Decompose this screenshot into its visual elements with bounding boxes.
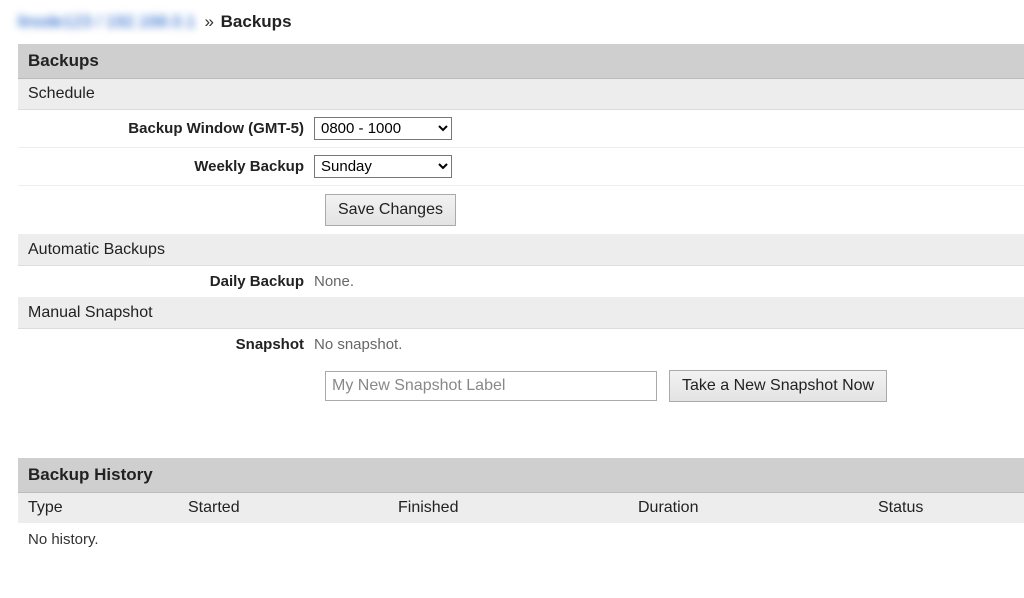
breadcrumb: linode123 / 192.168.0.1 » Backups: [18, 12, 1024, 32]
subheader-manual-snapshot: Manual Snapshot: [18, 298, 1024, 329]
col-header-type: Type: [28, 499, 188, 517]
select-weekly-backup[interactable]: Sunday: [314, 155, 452, 178]
breadcrumb-current: Backups: [221, 12, 292, 31]
col-header-finished: Finished: [398, 499, 638, 517]
subheader-schedule: Schedule: [18, 79, 1024, 110]
value-daily-backup: None.: [314, 273, 354, 290]
breadcrumb-link[interactable]: linode123 / 192.168.0.1: [18, 12, 196, 31]
label-daily-backup: Daily Backup: [18, 273, 314, 290]
take-snapshot-button[interactable]: Take a New Snapshot Now: [669, 370, 887, 402]
breadcrumb-separator: »: [204, 12, 213, 31]
row-daily-backup: Daily Backup None.: [18, 266, 1024, 298]
history-empty: No history.: [18, 523, 1024, 556]
col-header-status: Status: [878, 499, 1014, 517]
label-snapshot: Snapshot: [18, 336, 314, 353]
row-snapshot: Snapshot No snapshot.: [18, 329, 1024, 360]
row-backup-window: Backup Window (GMT-5) 0800 - 1000: [18, 110, 1024, 148]
panel-title-history: Backup History: [18, 458, 1024, 493]
col-header-duration: Duration: [638, 499, 878, 517]
select-backup-window[interactable]: 0800 - 1000: [314, 117, 452, 140]
subheader-automatic-backups: Automatic Backups: [18, 235, 1024, 266]
row-save-changes: Save Changes: [18, 186, 1024, 235]
label-weekly-backup: Weekly Backup: [18, 158, 314, 175]
label-backup-window: Backup Window (GMT-5): [18, 120, 314, 137]
panel-title-backups: Backups: [18, 44, 1024, 79]
row-weekly-backup: Weekly Backup Sunday: [18, 148, 1024, 186]
history-header-row: Type Started Finished Duration Status: [18, 493, 1024, 523]
input-snapshot-label[interactable]: [325, 371, 657, 401]
row-snapshot-action: Take a New Snapshot Now: [18, 360, 1024, 416]
value-snapshot: No snapshot.: [314, 336, 402, 353]
col-header-started: Started: [188, 499, 398, 517]
save-changes-button[interactable]: Save Changes: [325, 194, 456, 226]
